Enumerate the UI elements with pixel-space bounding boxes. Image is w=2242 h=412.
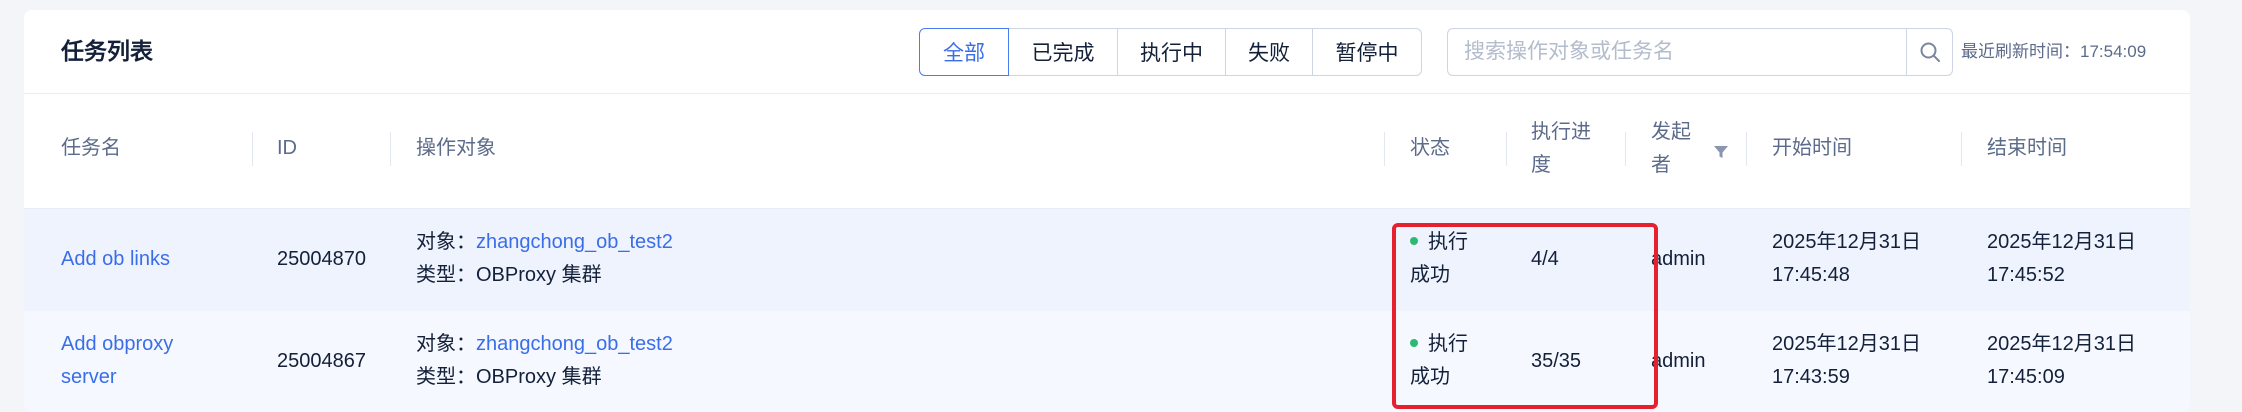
- column-divider: [1384, 132, 1385, 166]
- column-divider: [390, 132, 391, 166]
- task-initiator: admin: [1651, 350, 1706, 372]
- column-divider: [1961, 132, 1962, 166]
- status-badge: 执行 成功: [1410, 231, 1468, 286]
- task-initiator: admin: [1651, 248, 1706, 270]
- column-divider: [1625, 132, 1626, 166]
- column-header-initiator: 发起 者: [1651, 121, 1691, 176]
- column-header-end-time: 结束时间: [1987, 137, 2067, 159]
- target-info: 对象：zhangchong_ob_test2 类型：OBProxy 集群: [416, 226, 673, 292]
- task-name-link[interactable]: Add obproxy server: [61, 328, 173, 394]
- task-progress: 35/35: [1531, 350, 1582, 372]
- column-divider: [1506, 132, 1507, 166]
- filter-all-button[interactable]: 全部: [919, 28, 1009, 76]
- last-refresh-time: 最近刷新时间：17:54:09: [1961, 42, 2147, 61]
- task-list-card: 任务列表 全部 已完成 执行中 失败 暂停中 最近刷新时间：17:54:09 任…: [24, 10, 2190, 412]
- column-filter-button[interactable]: [1713, 144, 1729, 165]
- filter-icon: [1714, 146, 1728, 158]
- target-type: 类型：OBProxy 集群: [416, 264, 602, 286]
- task-end-time: 2025年12月31日 17:45:52: [1987, 231, 2136, 286]
- filter-completed-button[interactable]: 已完成: [1008, 28, 1118, 76]
- task-start-time: 2025年12月31日 17:45:48: [1772, 231, 1921, 286]
- column-divider: [252, 132, 253, 166]
- target-type: 类型：OBProxy 集群: [416, 366, 602, 388]
- task-end-time: 2025年12月31日 17:45:09: [1987, 333, 2136, 388]
- search-box: [1447, 28, 1953, 76]
- column-divider: [1746, 132, 1747, 166]
- status-dot-icon: [1410, 338, 1418, 347]
- task-start-time: 2025年12月31日 17:43:59: [1772, 333, 1921, 388]
- column-header-start-time: 开始时间: [1772, 137, 1852, 159]
- status-filter-group: 全部 已完成 执行中 失败 暂停中: [919, 28, 1422, 76]
- search-button[interactable]: [1906, 29, 1952, 75]
- task-name-link[interactable]: Add ob links: [61, 243, 170, 276]
- table-row: Add ob links 25004870 对象：zhangchong_ob_t…: [24, 209, 2190, 311]
- task-id: 25004867: [277, 350, 366, 372]
- target-object-link[interactable]: zhangchong_ob_test2: [476, 231, 673, 253]
- filter-running-button[interactable]: 执行中: [1117, 28, 1226, 76]
- target-object-link[interactable]: zhangchong_ob_test2: [476, 333, 673, 355]
- status-badge: 执行 成功: [1410, 333, 1468, 388]
- filter-paused-button[interactable]: 暂停中: [1312, 28, 1422, 76]
- column-header-status: 状态: [1410, 137, 1450, 159]
- filter-failed-button[interactable]: 失败: [1225, 28, 1313, 76]
- status-dot-icon: [1410, 236, 1418, 245]
- table-header: 任务名 ID 操作对象 状态 执行进 度 发起 者 开始时间 结束时间: [24, 94, 2190, 209]
- column-header-id: ID: [277, 137, 297, 159]
- column-header-target: 操作对象: [416, 137, 496, 159]
- search-icon: [1920, 42, 1940, 62]
- column-header-name: 任务名: [61, 137, 121, 159]
- page-title: 任务列表: [61, 38, 153, 64]
- column-header-progress: 执行进 度: [1531, 121, 1591, 176]
- task-progress: 4/4: [1531, 248, 1559, 270]
- table-row: Add obproxy server 25004867 对象：zhangchon…: [24, 311, 2190, 412]
- target-info: 对象：zhangchong_ob_test2 类型：OBProxy 集群: [416, 328, 673, 394]
- search-input[interactable]: [1448, 29, 1906, 75]
- task-id: 25004870: [277, 248, 366, 270]
- toolbar: 任务列表 全部 已完成 执行中 失败 暂停中 最近刷新时间：17:54:09: [24, 10, 2190, 94]
